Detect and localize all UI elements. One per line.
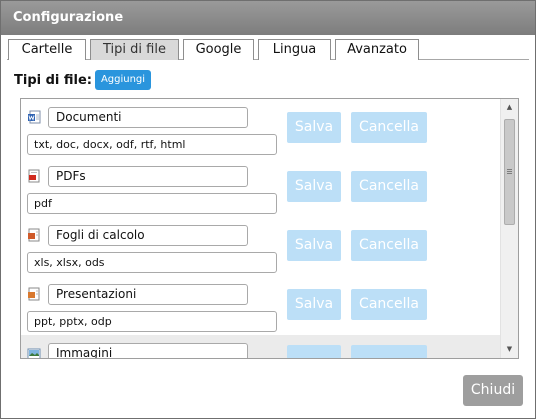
cancel-button[interactable] [351,345,427,358]
cancel-button[interactable]: Cancella [351,112,427,143]
grip-line [507,169,512,170]
grip-line [507,173,512,174]
filetypes-list[interactable]: Documenti txt, doc, docx, odf, rtf, html… [20,98,519,359]
save-button[interactable]: Salva [287,230,341,261]
presentation-document-icon [28,287,40,301]
tab-avanzato[interactable]: Avanzato [335,39,419,60]
filetype-row: Immagini [21,335,500,358]
tab-cartelle[interactable]: Cartelle [8,39,86,60]
filetype-name-input[interactable]: Presentazioni [48,284,248,305]
add-filetype-button[interactable]: Aggiungi [95,70,151,90]
list-scrollbar[interactable]: ▲ ▼ [500,99,518,358]
tab-google[interactable]: Google [183,39,254,60]
cancel-button[interactable]: Cancella [351,171,427,202]
pdf-document-icon [28,169,40,183]
scroll-down-arrow-icon[interactable]: ▼ [501,341,518,358]
filetype-row: Presentazioni ppt, pptx, odp Salva Cance… [21,276,500,335]
scroll-up-arrow-icon[interactable]: ▲ [501,99,518,116]
filetype-name-input[interactable]: Documenti [48,107,248,128]
tab-lingua[interactable]: Lingua [258,39,331,60]
filetype-extensions-input[interactable]: pdf [27,193,277,214]
filetypes-label: Tipi di file: [14,73,93,88]
spreadsheet-document-icon [28,228,40,242]
dialog-title: Configurazione [1,1,535,35]
filetype-extensions-input[interactable]: ppt, pptx, odp [27,311,277,332]
filetype-name-input[interactable]: Immagini [48,343,248,358]
save-button[interactable]: Salva [287,171,341,202]
tab-bar: Cartelle Tipi di file Google Lingua Avan… [7,38,529,60]
word-document-icon [28,110,41,124]
save-button[interactable]: Salva [287,289,341,320]
filetype-name-input[interactable]: Fogli di calcolo [48,225,248,246]
filetype-row: Documenti txt, doc, docx, odf, rtf, html… [21,99,500,158]
filetypes-list-content: Documenti txt, doc, docx, odf, rtf, html… [21,99,500,358]
filetype-name-input[interactable]: PDFs [48,166,248,187]
filetype-extensions-input[interactable]: xls, xlsx, ods [27,252,277,273]
save-button[interactable]: Salva [287,112,341,143]
filetype-row: Fogli di calcolo xls, xlsx, ods Salva Ca… [21,217,500,276]
scrollbar-thumb[interactable] [504,119,515,225]
filetype-extensions-input[interactable]: txt, doc, docx, odf, rtf, html [27,134,277,155]
configuration-dialog: Configurazione Cartelle Tipi di file Goo… [0,0,536,419]
close-button[interactable]: Chiudi [463,375,523,406]
cancel-button[interactable]: Cancella [351,289,427,320]
filetype-row: PDFs pdf Salva Cancella [21,158,500,217]
save-button[interactable] [287,345,341,358]
tab-tipi-di-file[interactable]: Tipi di file [90,39,179,60]
grip-line [507,171,512,172]
image-document-icon [27,348,41,358]
cancel-button[interactable]: Cancella [351,230,427,261]
